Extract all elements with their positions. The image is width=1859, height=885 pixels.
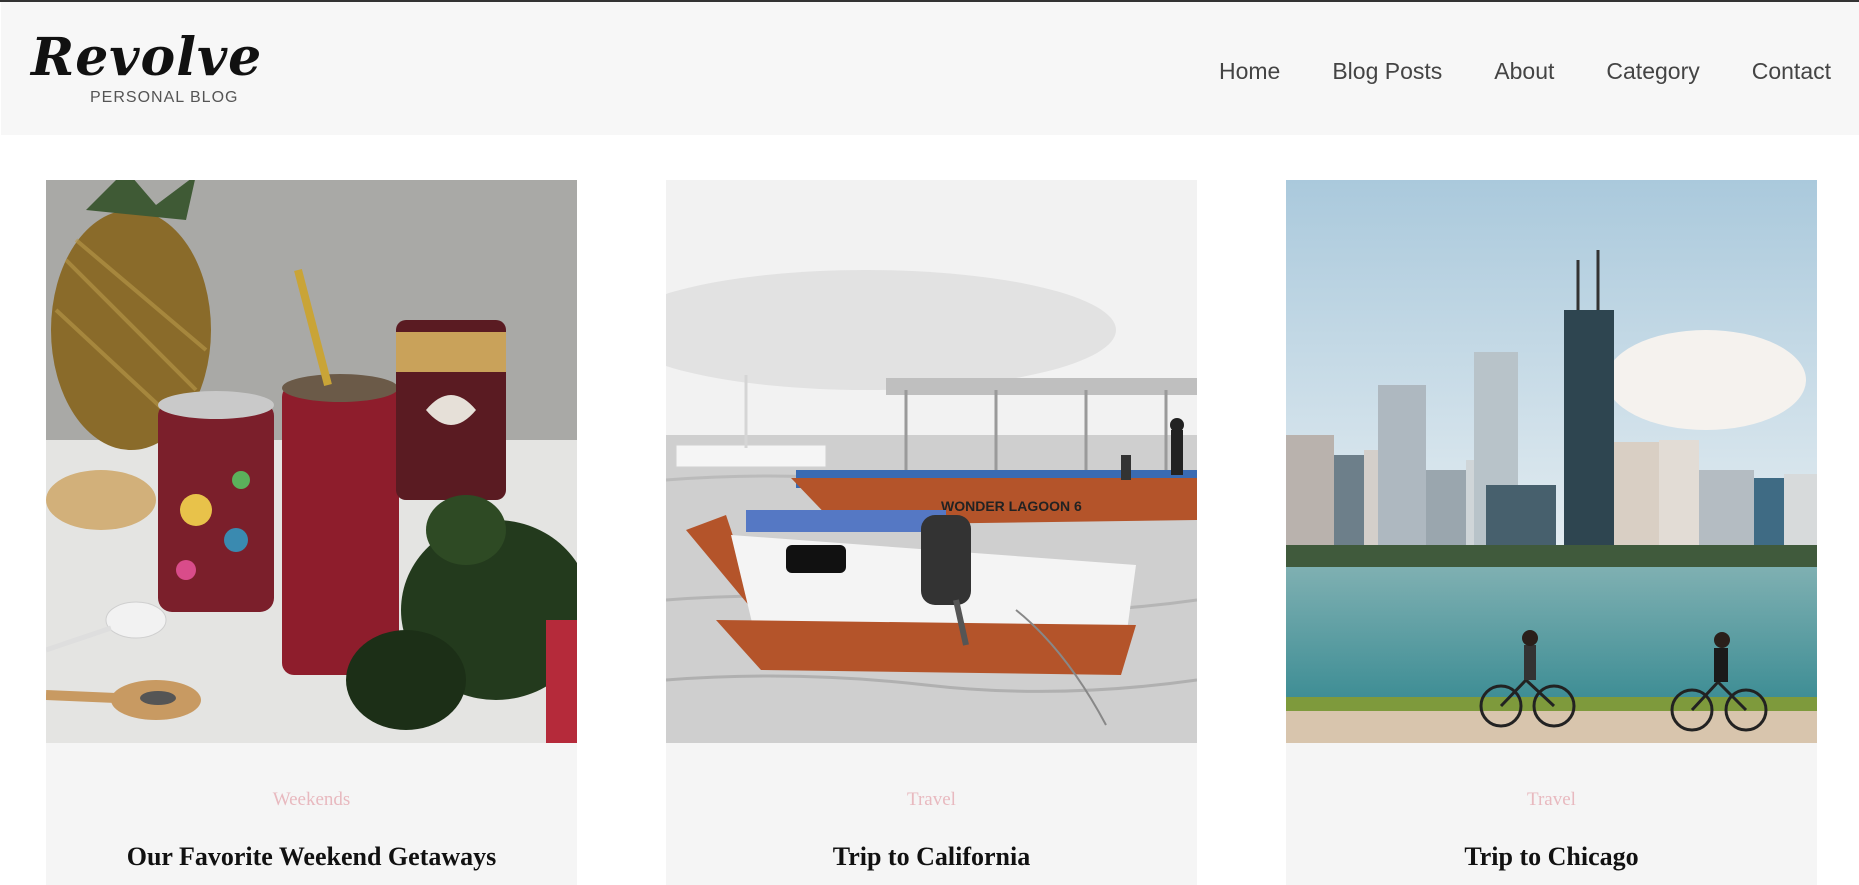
post-category[interactable]: Travel (1286, 788, 1817, 812)
nav-about[interactable]: About (1494, 56, 1554, 86)
logo-wordmark: Revolve (31, 27, 263, 88)
post-image-smoothies[interactable] (46, 180, 577, 743)
nav-home[interactable]: Home (1219, 56, 1280, 86)
main-nav: Home Blog Posts About Category Contact (1219, 56, 1831, 86)
post-card-weekend-getaways[interactable]: Weekends Our Favorite Weekend Getaways (46, 180, 577, 885)
post-title[interactable]: Trip to California (666, 841, 1197, 873)
post-card-chicago[interactable]: Travel Trip to Chicago (1286, 180, 1817, 885)
nav-category[interactable]: Category (1606, 56, 1699, 86)
logo-tagline: PERSONAL BLOG (90, 89, 239, 106)
post-category[interactable]: Weekends (46, 788, 577, 812)
site-header: Revolve PERSONAL BLOG Home Blog Posts Ab… (1, 2, 1859, 135)
nav-contact[interactable]: Contact (1752, 56, 1831, 86)
post-category[interactable]: Travel (666, 788, 1197, 812)
post-title[interactable]: Our Favorite Weekend Getaways (46, 841, 577, 873)
nav-blog-posts[interactable]: Blog Posts (1332, 56, 1442, 86)
post-image-chicago[interactable] (1286, 180, 1817, 743)
logo[interactable]: Revolve PERSONAL BLOG (31, 28, 261, 112)
post-card-california[interactable]: WONDER LAGOON 6 Travel Trip to Californi… (666, 180, 1197, 885)
post-title[interactable]: Trip to Chicago (1286, 841, 1817, 873)
boat-name-label: WONDER LAGOON 6 (941, 498, 1082, 514)
post-image-boats[interactable]: WONDER LAGOON 6 (666, 180, 1197, 743)
